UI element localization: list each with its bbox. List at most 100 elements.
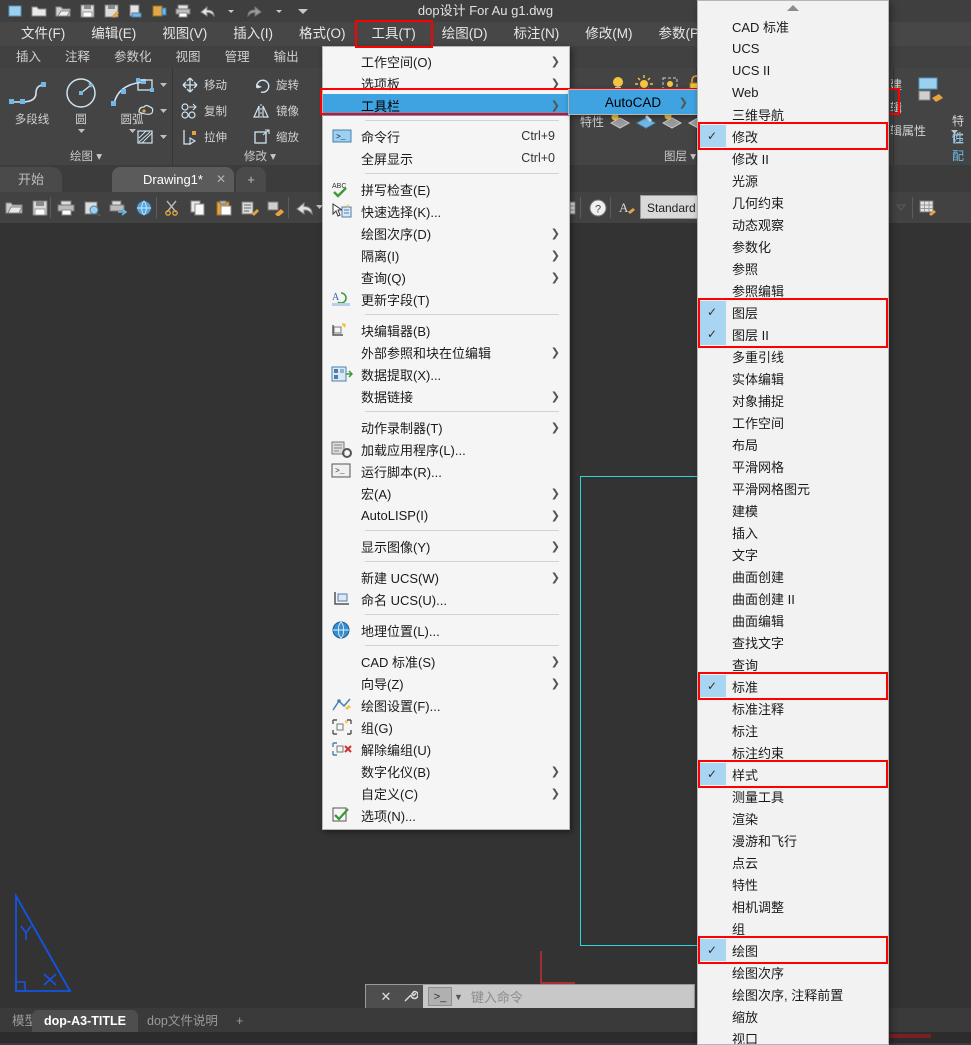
toolbar-list-item-12[interactable]: 参照编辑 <box>698 279 888 301</box>
ribbon-tab-manage[interactable]: 管理 <box>213 46 262 68</box>
toolbar-list-item-17[interactable]: 对象捕捉 <box>698 389 888 411</box>
tools-menu-item-28[interactable]: 命名 UCS(U)... <box>323 588 569 610</box>
toolbar-list-item-24[interactable]: 文字 <box>698 543 888 565</box>
stretch-button[interactable]: 拉伸 <box>180 128 227 146</box>
toolbar-list-submenu[interactable]: CAD 标准UCSUCS IIWeb三维导航✓修改修改 II光源几何约束动态观察… <box>697 0 889 1045</box>
toolbar-list-item-34[interactable]: ✓样式 <box>698 763 888 785</box>
menu-dimension[interactable]: 标注(N) <box>501 22 573 46</box>
command-input[interactable]: 键入命令 <box>471 987 523 1006</box>
redo-icon[interactable] <box>244 2 266 21</box>
tools-menu-item-0[interactable]: 工作空间(O)❯ <box>323 50 569 72</box>
tools-menu-item-25[interactable]: 显示图像(Y)❯ <box>323 535 569 557</box>
ribbon-tab-output[interactable]: 输出 <box>262 46 311 68</box>
menu-edit[interactable]: 编辑(E) <box>78 22 149 46</box>
paste-icon[interactable] <box>212 196 235 219</box>
tools-menu-item-33[interactable]: 向导(Z)❯ <box>323 672 569 694</box>
tools-menu-item-16[interactable]: 数据提取(X)... <box>323 363 569 385</box>
toolbar-list-item-40[interactable]: 相机调整 <box>698 895 888 917</box>
style-dropdown-icon[interactable] <box>894 196 908 219</box>
file-tab-start[interactable]: 开始 <box>0 167 62 192</box>
toolbar-list-item-30[interactable]: ✓标准 <box>698 675 888 697</box>
preview-icon[interactable] <box>80 196 103 219</box>
toolbar-list-item-13[interactable]: ✓图层 <box>698 301 888 323</box>
menu-file[interactable]: 文件(F) <box>8 22 78 46</box>
cut-icon[interactable] <box>160 196 183 219</box>
menu-view[interactable]: 视图(V) <box>149 22 220 46</box>
tools-menu-item-38[interactable]: 自定义(C)❯ <box>323 782 569 804</box>
tools-menu-item-2[interactable]: 工具栏❯ <box>323 94 569 116</box>
toolbar-list-item-16[interactable]: 实体编辑 <box>698 367 888 389</box>
tools-menu-item-21[interactable]: >_运行脚本(R)... <box>323 460 569 482</box>
tools-menu-item-5[interactable]: 全屏显示Ctrl+0 <box>323 147 569 169</box>
circle-button[interactable]: 圆 <box>55 76 107 135</box>
tools-menu-item-36[interactable]: 解除编组(U) <box>323 738 569 760</box>
tools-menu-item-17[interactable]: 数据链接❯ <box>323 385 569 407</box>
menu-modify[interactable]: 修改(M) <box>572 22 645 46</box>
qat-dropdown-icon[interactable] <box>292 2 314 21</box>
ribbon-tab-insert[interactable]: 插入 <box>4 46 53 68</box>
submenu-item-autocad[interactable]: AutoCAD ❯ <box>569 90 697 114</box>
tools-menu-item-10[interactable]: 隔离(I)❯ <box>323 244 569 266</box>
toolbar-list-item-19[interactable]: 布局 <box>698 433 888 455</box>
command-line[interactable]: ✕ >_ ▼ 键入命令 <box>365 984 695 1009</box>
save-icon[interactable] <box>76 2 98 21</box>
toolbar-list-item-5[interactable]: ✓修改 <box>698 125 888 147</box>
toolbar-list-item-9[interactable]: 动态观察 <box>698 213 888 235</box>
command-line-grip[interactable] <box>366 985 375 1008</box>
quick-access-toolbar[interactable] <box>0 0 314 22</box>
toolbar-list-item-29[interactable]: 查询 <box>698 653 888 675</box>
print-icon[interactable] <box>172 2 194 21</box>
toolbar-list-item-45[interactable]: 缩放 <box>698 1005 888 1027</box>
polyline-button[interactable]: 多段线 <box>6 76 58 127</box>
menu-tools[interactable]: 工具(T) <box>359 22 429 46</box>
scroll-up-icon[interactable] <box>698 1 888 15</box>
toolbar-list-item-18[interactable]: 工作空间 <box>698 411 888 433</box>
move-button[interactable]: 移动 <box>180 76 227 94</box>
help-icon[interactable]: ? <box>586 196 609 219</box>
toolbar-list-item-39[interactable]: 特性 <box>698 873 888 895</box>
toolbar-list-item-22[interactable]: 建模 <box>698 499 888 521</box>
open-icon[interactable] <box>2 196 25 219</box>
tools-menu-item-19[interactable]: 动作录制器(T)❯ <box>323 416 569 438</box>
tools-menu-item-20[interactable]: 加载应用程序(L)... <box>323 438 569 460</box>
plot-to-file-icon[interactable] <box>106 196 129 219</box>
redo-dropdown-icon[interactable] <box>268 2 290 21</box>
toolbar-list-item-26[interactable]: 曲面创建 II <box>698 587 888 609</box>
tools-menu-item-11[interactable]: 查询(Q)❯ <box>323 266 569 288</box>
toolbar-list-item-25[interactable]: 曲面创建 <box>698 565 888 587</box>
toolbar-list-item-21[interactable]: 平滑网格图元 <box>698 477 888 499</box>
close-icon[interactable]: ✕ <box>216 167 226 192</box>
table-style-icon[interactable] <box>916 196 939 219</box>
toolbar-list-item-4[interactable]: 三维导航 <box>698 103 888 125</box>
tools-menu-item-35[interactable]: 组(G) <box>323 716 569 738</box>
menu-draw[interactable]: 绘图(D) <box>429 22 501 46</box>
tools-menu-item-23[interactable]: AutoLISP(I)❯ <box>323 504 569 526</box>
tools-menu-item-1[interactable]: 选项板❯ <box>323 72 569 94</box>
toolbar-list-item-10[interactable]: 参数化 <box>698 235 888 257</box>
paste-special-icon[interactable] <box>238 196 261 219</box>
toolbar-list-item-32[interactable]: 标注 <box>698 719 888 741</box>
toolbar-list-item-8[interactable]: 几何约束 <box>698 191 888 213</box>
menu-format[interactable]: 格式(O) <box>286 22 359 46</box>
toolbar-list-item-31[interactable]: 标准注释 <box>698 697 888 719</box>
text-style-icon[interactable]: A <box>614 196 637 219</box>
save-as-icon[interactable] <box>100 2 122 21</box>
copy-icon[interactable] <box>186 196 209 219</box>
scale-button[interactable]: 缩放 <box>252 128 299 146</box>
undo-icon[interactable] <box>292 196 315 219</box>
layout-tab-dop-doc[interactable]: dop文件说明 <box>135 1010 230 1032</box>
rotate-button[interactable]: 旋转 <box>252 76 299 94</box>
toolbar-list-item-11[interactable]: 参照 <box>698 257 888 279</box>
toolbar-list-item-36[interactable]: 渲染 <box>698 807 888 829</box>
wrench-icon[interactable] <box>397 985 423 1008</box>
tools-menu-item-7[interactable]: ABC拼写检查(E) <box>323 178 569 200</box>
menu-insert[interactable]: 插入(I) <box>220 22 286 46</box>
toolbar-list-item-7[interactable]: 光源 <box>698 169 888 191</box>
toolbar-submenu-autocad[interactable]: AutoCAD ❯ <box>568 89 698 115</box>
toolbar-list-item-1[interactable]: UCS <box>698 37 888 59</box>
toolbar-list-item-28[interactable]: 查找文字 <box>698 631 888 653</box>
publish-icon[interactable] <box>148 2 170 21</box>
tools-menu-item-39[interactable]: 选项(N)... <box>323 804 569 826</box>
toolbar-list-item-0[interactable]: CAD 标准 <box>698 15 888 37</box>
toolbar-list-item-42[interactable]: ✓绘图 <box>698 939 888 961</box>
